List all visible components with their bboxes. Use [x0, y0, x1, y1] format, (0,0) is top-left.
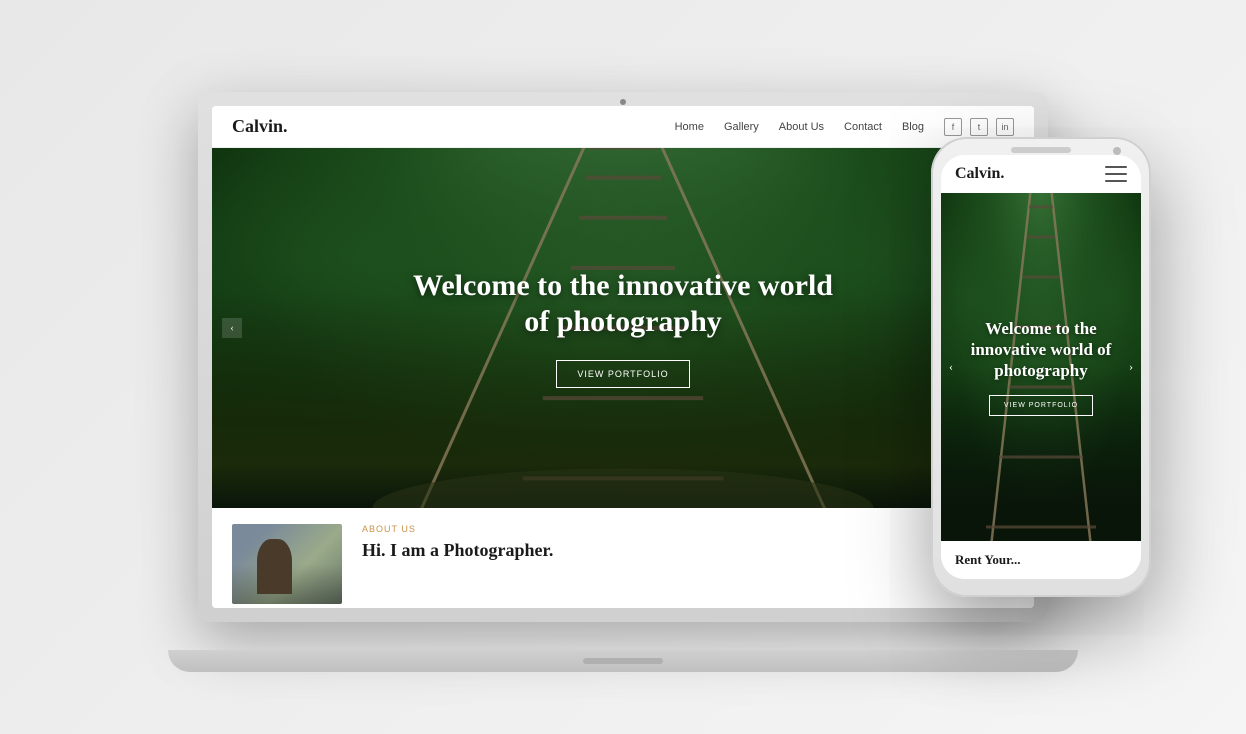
- about-title: Hi. I am a Photographer.: [362, 540, 553, 561]
- phone-nav: Calvin.: [941, 155, 1141, 193]
- phone-hero-text-block: Welcome to the innovative world of photo…: [941, 318, 1141, 382]
- scene: Calvin. Home Gallery About Us Contact Bl…: [0, 0, 1246, 734]
- site-hero: ‹ Welcome to the innovative world of pho…: [212, 148, 1034, 508]
- about-image: [232, 524, 342, 604]
- phone-hero: ‹ › Welcome to the innovative world of p…: [941, 193, 1141, 541]
- laptop-body: Calvin. Home Gallery About Us Contact Bl…: [198, 92, 1048, 622]
- nav-blog[interactable]: Blog: [902, 121, 924, 133]
- twitter-icon[interactable]: t: [970, 118, 988, 136]
- phone-hero-title: Welcome to the innovative world of photo…: [961, 318, 1121, 382]
- phone-body: Calvin.: [931, 137, 1151, 597]
- phone-view-portfolio-button[interactable]: VIEW PORTFOLIO: [989, 395, 1093, 416]
- hero-prev-button[interactable]: ‹: [222, 318, 242, 338]
- site-below-fold: ABOUT US Hi. I am a Photographer.: [212, 508, 1034, 608]
- nav-home[interactable]: Home: [675, 121, 704, 133]
- laptop-device: Calvin. Home Gallery About Us Contact Bl…: [198, 92, 1048, 672]
- laptop-camera: [620, 99, 626, 105]
- phone-screen: Calvin.: [941, 155, 1141, 579]
- phone-below-title: Rent Your...: [955, 552, 1021, 567]
- view-portfolio-button[interactable]: VIEW PORTFOLIO: [556, 360, 689, 388]
- nav-about[interactable]: About Us: [779, 121, 824, 133]
- menu-line-2: [1105, 173, 1127, 175]
- laptop-base: [168, 650, 1078, 672]
- phone-camera-dot: [1113, 147, 1121, 155]
- phone-notch: [1011, 147, 1071, 153]
- site-social: f t in: [944, 118, 1014, 136]
- hero-title: Welcome to the innovative world of photo…: [398, 268, 848, 340]
- hamburger-menu-icon[interactable]: [1105, 166, 1127, 182]
- site-nav: Calvin. Home Gallery About Us Contact Bl…: [212, 106, 1034, 148]
- phone-below-fold: Rent Your...: [941, 541, 1141, 579]
- site-nav-links: Home Gallery About Us Contact Blog: [675, 121, 924, 133]
- site-logo: Calvin.: [232, 116, 288, 137]
- menu-line-1: [1105, 166, 1127, 168]
- nav-gallery[interactable]: Gallery: [724, 121, 759, 133]
- phone-hero-next-button[interactable]: ›: [1129, 360, 1133, 375]
- facebook-icon[interactable]: f: [944, 118, 962, 136]
- about-text-block: ABOUT US Hi. I am a Photographer.: [362, 524, 553, 592]
- menu-line-3: [1105, 180, 1127, 182]
- nav-contact[interactable]: Contact: [844, 121, 882, 133]
- hero-text-block: Welcome to the innovative world of photo…: [398, 268, 848, 340]
- linkedin-icon[interactable]: in: [996, 118, 1014, 136]
- phone-logo: Calvin.: [955, 165, 1004, 183]
- about-label: ABOUT US: [362, 524, 553, 534]
- phone-hero-prev-button[interactable]: ‹: [949, 360, 953, 375]
- phone-device: Calvin.: [931, 137, 1151, 597]
- laptop-screen: Calvin. Home Gallery About Us Contact Bl…: [212, 106, 1034, 608]
